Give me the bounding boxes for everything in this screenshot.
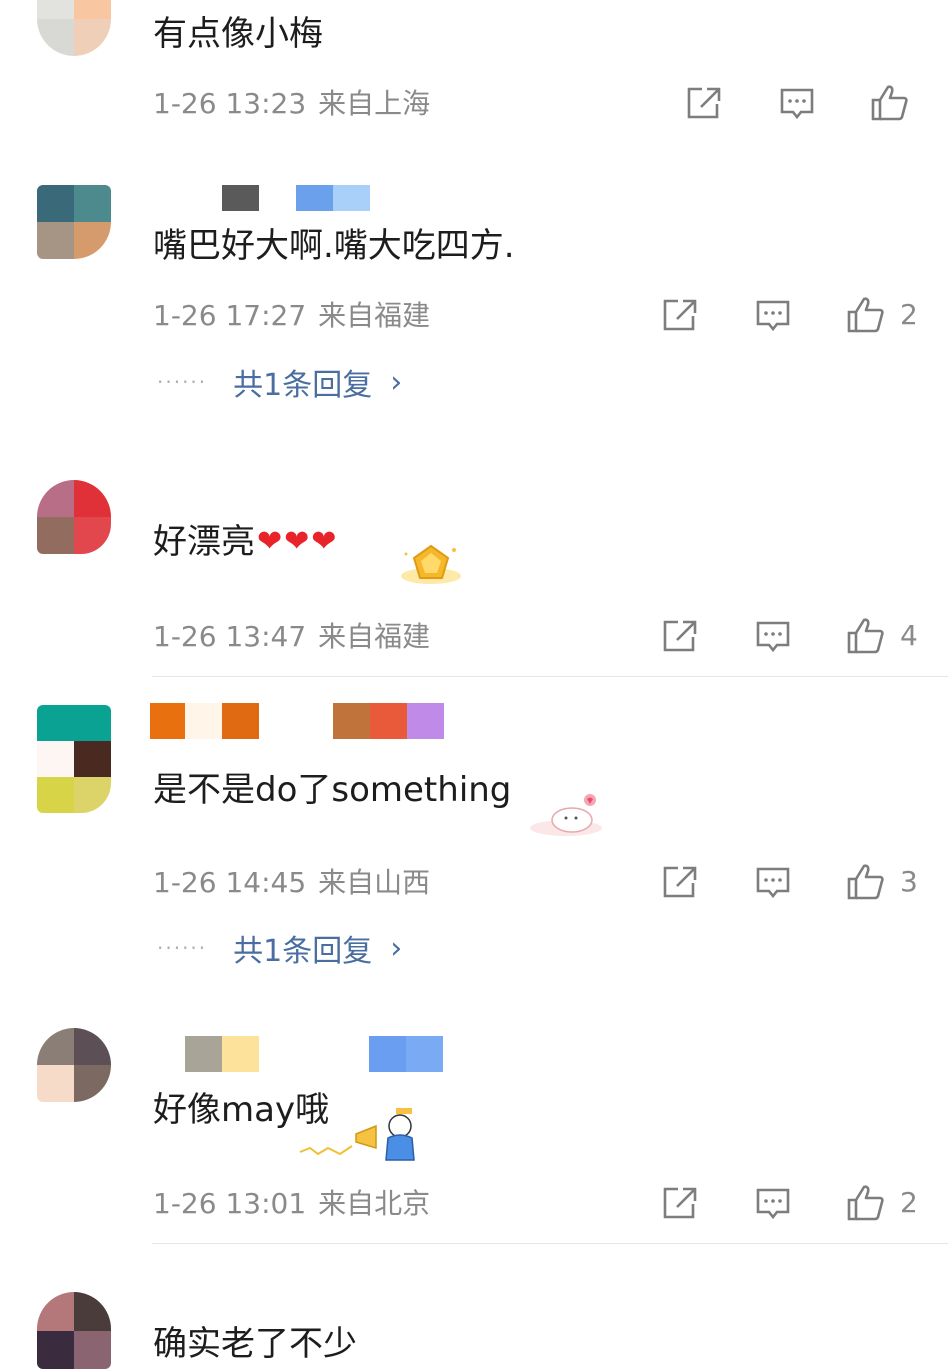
share-icon bbox=[663, 866, 697, 898]
avatar[interactable] bbox=[37, 480, 111, 554]
divider bbox=[152, 676, 948, 677]
reply-dots: ······ bbox=[157, 370, 208, 394]
comment-text: 确实老了不少 bbox=[153, 1324, 357, 1364]
like-button[interactable]: 3 bbox=[846, 862, 918, 902]
cat-sticker bbox=[530, 794, 602, 836]
share-button[interactable] bbox=[686, 86, 722, 120]
gold-badge-sticker bbox=[401, 544, 461, 584]
comment-meta: 1-26 13:47 来自福建 bbox=[153, 619, 430, 655]
avatar[interactable] bbox=[37, 1028, 111, 1102]
reply-dots: ······ bbox=[157, 936, 208, 960]
like-count: 2 bbox=[900, 1186, 918, 1219]
like-icon bbox=[847, 297, 884, 333]
location: 来自北京 bbox=[318, 1187, 431, 1220]
comment-icon bbox=[756, 1188, 790, 1220]
share-button[interactable] bbox=[662, 619, 698, 653]
like-icon bbox=[847, 864, 884, 900]
comment-meta: 1-26 13:23 来自上海 bbox=[153, 86, 430, 122]
comment-button[interactable] bbox=[755, 298, 791, 334]
comment-text: 是不是do了something bbox=[153, 770, 512, 810]
chevron-right-icon: › bbox=[390, 364, 403, 400]
like-icon bbox=[847, 618, 884, 654]
like-button[interactable]: 2 bbox=[846, 1183, 918, 1223]
location: 来自福建 bbox=[318, 299, 431, 332]
share-icon bbox=[663, 620, 697, 652]
like-button[interactable]: 2 bbox=[846, 295, 918, 335]
avatar[interactable] bbox=[37, 0, 111, 56]
avatar[interactable] bbox=[37, 705, 111, 813]
heart-icon: ❤ bbox=[311, 524, 337, 559]
comment-icon bbox=[756, 300, 790, 332]
location: 来自上海 bbox=[318, 87, 431, 120]
timestamp: 1-26 13:23 bbox=[153, 87, 307, 120]
divider bbox=[152, 1243, 948, 1244]
comment-meta: 1-26 13:01 来自北京 bbox=[153, 1186, 430, 1222]
username-redacted[interactable] bbox=[150, 185, 370, 211]
comment-button[interactable] bbox=[779, 86, 815, 122]
share-icon bbox=[663, 1187, 697, 1219]
heart-icon: ❤ bbox=[284, 524, 310, 559]
like-button[interactable]: 4 bbox=[846, 616, 918, 656]
comment-icon bbox=[780, 88, 814, 120]
comment-meta: 1-26 17:27 来自福建 bbox=[153, 298, 430, 334]
comment-icon bbox=[756, 867, 790, 899]
location: 来自福建 bbox=[318, 620, 431, 653]
comment-button[interactable] bbox=[755, 619, 791, 655]
heart-emojis: ❤ ❤ ❤ bbox=[257, 520, 338, 564]
avatar[interactable] bbox=[37, 185, 111, 259]
like-count: 2 bbox=[900, 298, 918, 331]
like-count: 3 bbox=[900, 865, 918, 898]
comment-meta: 1-26 14:45 来自山西 bbox=[153, 865, 430, 901]
share-button[interactable] bbox=[662, 298, 698, 332]
comment-button[interactable] bbox=[755, 865, 791, 901]
like-button[interactable] bbox=[870, 83, 910, 123]
comment-text: 嘴巴好大啊.嘴大吃四方. bbox=[153, 226, 515, 266]
timestamp: 1-26 17:27 bbox=[153, 299, 307, 332]
timestamp: 1-26 13:01 bbox=[153, 1187, 307, 1220]
share-button[interactable] bbox=[662, 865, 698, 899]
share-icon bbox=[687, 87, 721, 119]
reply-count-label: 共1条回复 bbox=[233, 368, 373, 403]
timestamp: 1-26 13:47 bbox=[153, 620, 307, 653]
like-icon bbox=[847, 1185, 884, 1221]
reply-count-label: 共1条回复 bbox=[233, 934, 373, 969]
heart-icon: ❤ bbox=[257, 524, 283, 559]
avatar[interactable] bbox=[37, 1292, 111, 1369]
comment-text: 有点像小梅 bbox=[153, 14, 323, 54]
comment-text: 好漂亮 ❤ ❤ ❤ bbox=[153, 520, 338, 564]
chevron-right-icon: › bbox=[390, 930, 403, 966]
like-icon bbox=[871, 85, 908, 121]
comment-button[interactable] bbox=[755, 1186, 791, 1222]
megaphone-character-sticker bbox=[299, 1108, 415, 1161]
like-count: 4 bbox=[900, 619, 918, 652]
username-redacted[interactable] bbox=[150, 1036, 443, 1072]
view-replies-link[interactable]: ······ 共1条回复 › bbox=[157, 926, 402, 970]
share-button[interactable] bbox=[662, 1186, 698, 1220]
share-icon bbox=[663, 299, 697, 331]
comment-icon bbox=[756, 621, 790, 653]
view-replies-link[interactable]: ······ 共1条回复 › bbox=[157, 360, 402, 404]
timestamp: 1-26 14:45 bbox=[153, 866, 307, 899]
location: 来自山西 bbox=[318, 866, 431, 899]
username-redacted[interactable] bbox=[150, 703, 444, 739]
